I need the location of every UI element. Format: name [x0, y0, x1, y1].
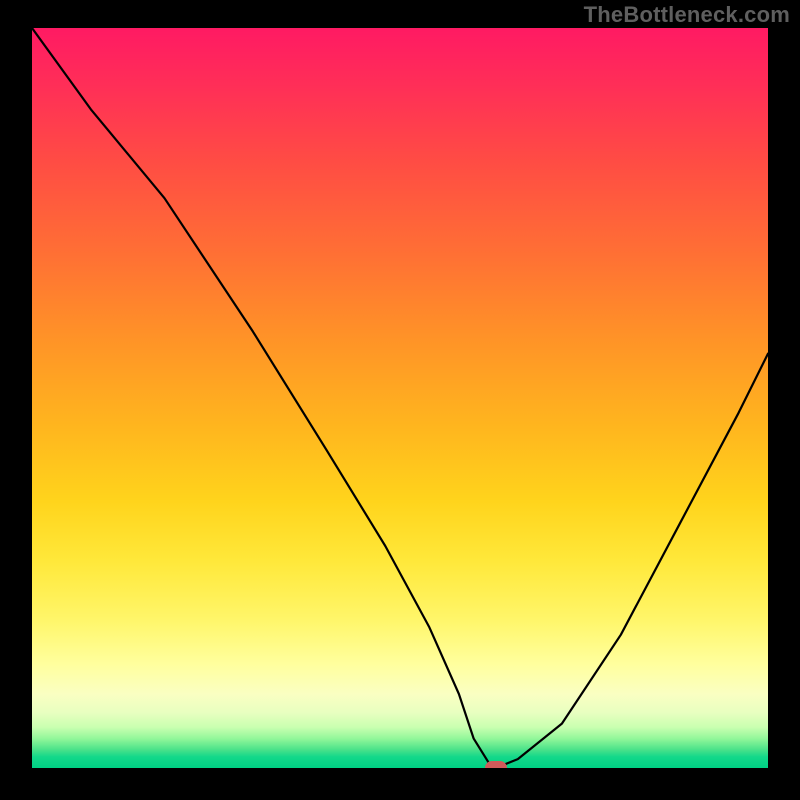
watermark-text: TheBottleneck.com	[584, 2, 790, 28]
plot-area	[32, 28, 768, 768]
optimal-point-marker	[485, 761, 507, 768]
bottleneck-curve	[32, 28, 768, 768]
chart-frame: TheBottleneck.com	[0, 0, 800, 800]
